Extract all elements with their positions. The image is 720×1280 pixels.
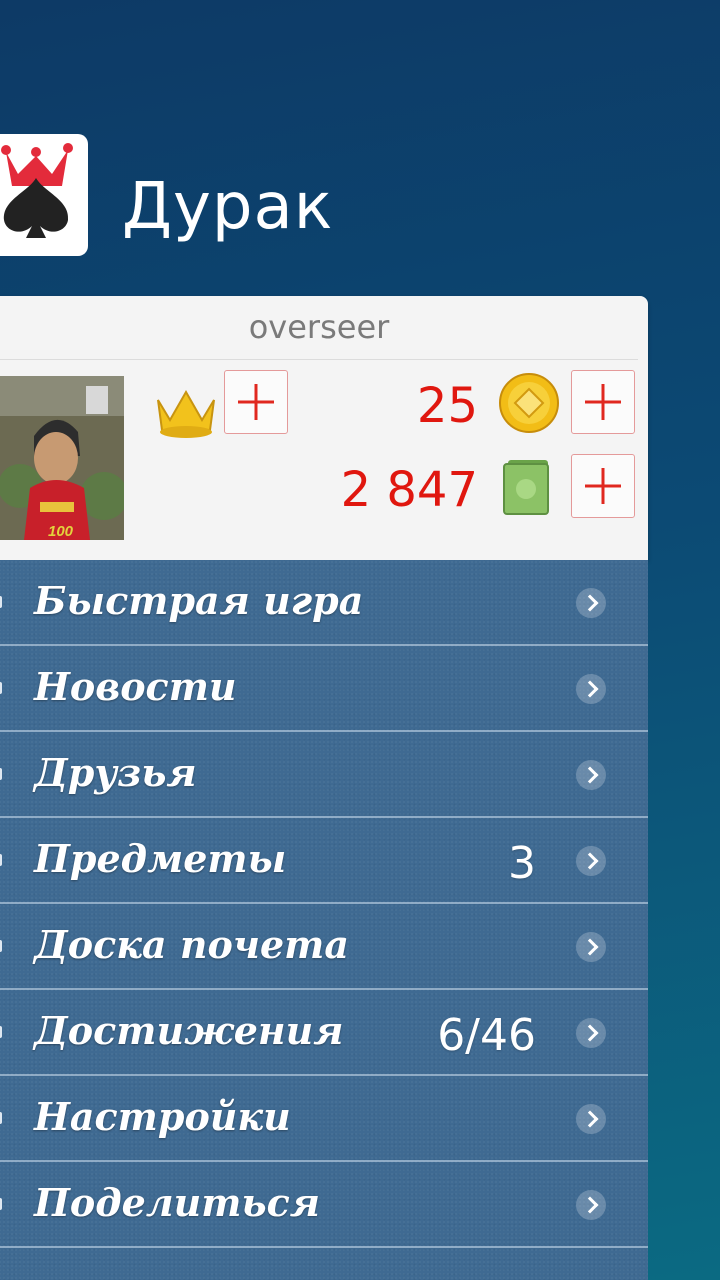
menu-item-label: Быстрая игра xyxy=(34,578,364,623)
menu-bullet-icon xyxy=(0,682,2,694)
chevron-right-icon xyxy=(576,932,606,962)
menu-item-quick-game[interactable]: Быстрая игра xyxy=(0,560,648,646)
menu-item-value: 3 xyxy=(508,838,536,889)
menu-bullet-icon xyxy=(0,768,2,780)
menu-item-label: Друзья xyxy=(34,750,197,795)
menu-item-news[interactable]: Новости xyxy=(0,646,648,732)
menu-item-label: Предметы xyxy=(34,836,287,881)
coins-amount: 25 xyxy=(416,378,478,434)
menu-item-friends[interactable]: Друзья xyxy=(0,732,648,818)
chevron-right-icon xyxy=(576,760,606,790)
app-icon xyxy=(0,134,88,256)
avatar-badge: 100 xyxy=(48,523,74,540)
menu-item-label: Достижения xyxy=(34,1008,344,1053)
menu-item-items[interactable]: Предметы 3 xyxy=(0,818,648,904)
chevron-right-icon xyxy=(576,846,606,876)
menu-item-leaderboard[interactable]: Доска почета xyxy=(0,904,648,990)
chevron-right-icon xyxy=(576,674,606,704)
crown-icon xyxy=(152,382,220,440)
menu-item-label: Настройки xyxy=(34,1094,291,1139)
chevron-right-icon xyxy=(576,1104,606,1134)
chevron-right-icon xyxy=(576,1018,606,1048)
menu-bullet-icon xyxy=(0,1198,2,1210)
menu-item-value: 6/46 xyxy=(437,1010,536,1061)
add-coins-button[interactable] xyxy=(571,370,635,434)
add-vip-button[interactable] xyxy=(224,370,288,434)
coin-icon xyxy=(498,372,560,434)
chevron-right-icon xyxy=(576,1190,606,1220)
avatar[interactable]: 100 xyxy=(0,376,124,540)
chevron-right-icon xyxy=(576,588,606,618)
app-title: Дурак xyxy=(122,170,334,244)
username: overseer xyxy=(248,308,390,346)
menu-bullet-icon xyxy=(0,1112,2,1124)
menu-item-label: Поделиться xyxy=(34,1180,320,1225)
menu-bullet-icon xyxy=(0,854,2,866)
menu-bullet-icon xyxy=(0,1026,2,1038)
cash-amount: 2 847 xyxy=(340,462,478,518)
menu-item-label: Доска почета xyxy=(34,922,349,967)
main-menu: Быстрая игра Новости Друзья Предметы 3 Д… xyxy=(0,560,648,1280)
menu-item-share[interactable]: Поделиться xyxy=(0,1162,648,1248)
menu-item-achievements[interactable]: Достижения 6/46 xyxy=(0,990,648,1076)
menu-item-settings[interactable]: Настройки xyxy=(0,1076,648,1162)
profile-divider xyxy=(0,359,638,360)
profile-card: overseer 100 25 2 847 xyxy=(0,296,648,560)
menu-bullet-icon xyxy=(0,940,2,952)
menu-item-label: Новости xyxy=(34,664,237,709)
menu-bullet-icon xyxy=(0,596,2,608)
add-cash-button[interactable] xyxy=(571,454,635,518)
cash-icon xyxy=(500,456,560,518)
